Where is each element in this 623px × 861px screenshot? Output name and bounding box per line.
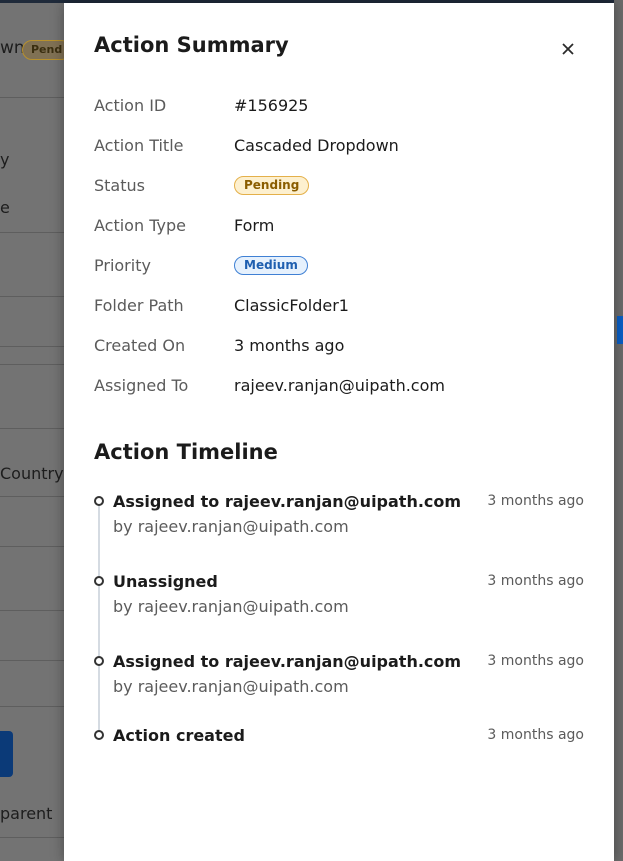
field-label: Action ID (94, 95, 167, 115)
field-folder-path: Folder Path ClassicFolder1 (94, 293, 349, 317)
panel-title: Action Summary (94, 33, 289, 57)
field-value: 3 months ago (234, 335, 345, 355)
field-action-type: Action Type Form (94, 213, 274, 237)
field-label: Assigned To (94, 375, 189, 395)
timeline-item-title: Assigned to rajeev.ranjan@uipath.com (113, 492, 462, 511)
timeline-item: Assigned to rajeev.ranjan@uipath.com by … (64, 492, 614, 542)
field-label: Folder Path (94, 295, 184, 315)
background-row-divider (0, 546, 64, 547)
background-row-divider (0, 232, 64, 233)
field-action-id: Action ID #156925 (94, 93, 308, 117)
field-value: rajeev.ranjan@uipath.com (234, 375, 445, 395)
background-row-divider (0, 837, 64, 838)
field-label: Priority (94, 255, 151, 275)
field-label: Action Type (94, 215, 186, 235)
timeline-item-actor: by rajeev.ranjan@uipath.com (113, 677, 349, 696)
background-row-divider (0, 296, 64, 297)
background-row-text: Country (0, 464, 64, 483)
timeline-item-title: Action created (113, 726, 245, 745)
timeline-dot-icon (94, 496, 104, 506)
background-row-divider (0, 97, 64, 98)
field-status: Status Pending (94, 173, 310, 197)
background-row-divider (0, 706, 64, 707)
field-label: Action Title (94, 135, 184, 155)
status-badge: Pending (234, 175, 310, 195)
field-priority: Priority Medium (94, 253, 308, 277)
background-page-title: wn (0, 38, 25, 58)
field-label: Created On (94, 335, 186, 355)
background-row-text: parent (0, 804, 53, 823)
close-icon (562, 43, 574, 55)
timeline-dot-icon (94, 730, 104, 740)
timeline-title: Action Timeline (94, 440, 278, 464)
field-value: #156925 (234, 95, 309, 115)
background-row-text: y (0, 150, 10, 169)
timeline-item: Action created 3 months ago (64, 726, 614, 776)
timeline-item-time: 3 months ago (487, 727, 584, 743)
field-value: ClassicFolder1 (234, 295, 349, 315)
field-value: Form (234, 215, 275, 235)
background-row-divider (0, 610, 64, 611)
background-right-strip (614, 0, 623, 861)
background-scroll-indicator (617, 316, 623, 344)
timeline-dot-icon (94, 576, 104, 586)
background-row-divider (0, 346, 64, 347)
background-row-divider (0, 364, 64, 365)
field-action-title: Action Title Cascaded Dropdown (94, 133, 399, 157)
timeline-item-title: Assigned to rajeev.ranjan@uipath.com (113, 652, 462, 671)
field-value: Cascaded Dropdown (234, 135, 399, 155)
field-created-on: Created On 3 months ago (94, 333, 344, 357)
timeline-item-actor: by rajeev.ranjan@uipath.com (113, 517, 349, 536)
timeline-item: Assigned to rajeev.ranjan@uipath.com by … (64, 652, 614, 702)
timeline-item: Unassigned by rajeev.ranjan@uipath.com 3… (64, 572, 614, 622)
background-row-divider (0, 660, 64, 661)
background-primary-button (0, 731, 13, 777)
timeline-item-time: 3 months ago (487, 493, 584, 509)
background-row-text: e (0, 198, 10, 217)
timeline-item-title: Unassigned (113, 572, 218, 591)
timeline-dot-icon (94, 656, 104, 666)
priority-badge: Medium (234, 255, 308, 275)
background-row-divider (0, 428, 64, 429)
timeline-item-actor: by rajeev.ranjan@uipath.com (113, 597, 349, 616)
close-button[interactable] (556, 37, 580, 61)
action-summary-panel: Action Summary Action ID #156925 Action … (64, 3, 614, 861)
timeline-item-time: 3 months ago (487, 573, 584, 589)
background-row-divider (0, 496, 64, 497)
field-assigned-to: Assigned To rajeev.ranjan@uipath.com (94, 373, 445, 397)
field-label: Status (94, 175, 145, 195)
timeline-item-time: 3 months ago (487, 653, 584, 669)
